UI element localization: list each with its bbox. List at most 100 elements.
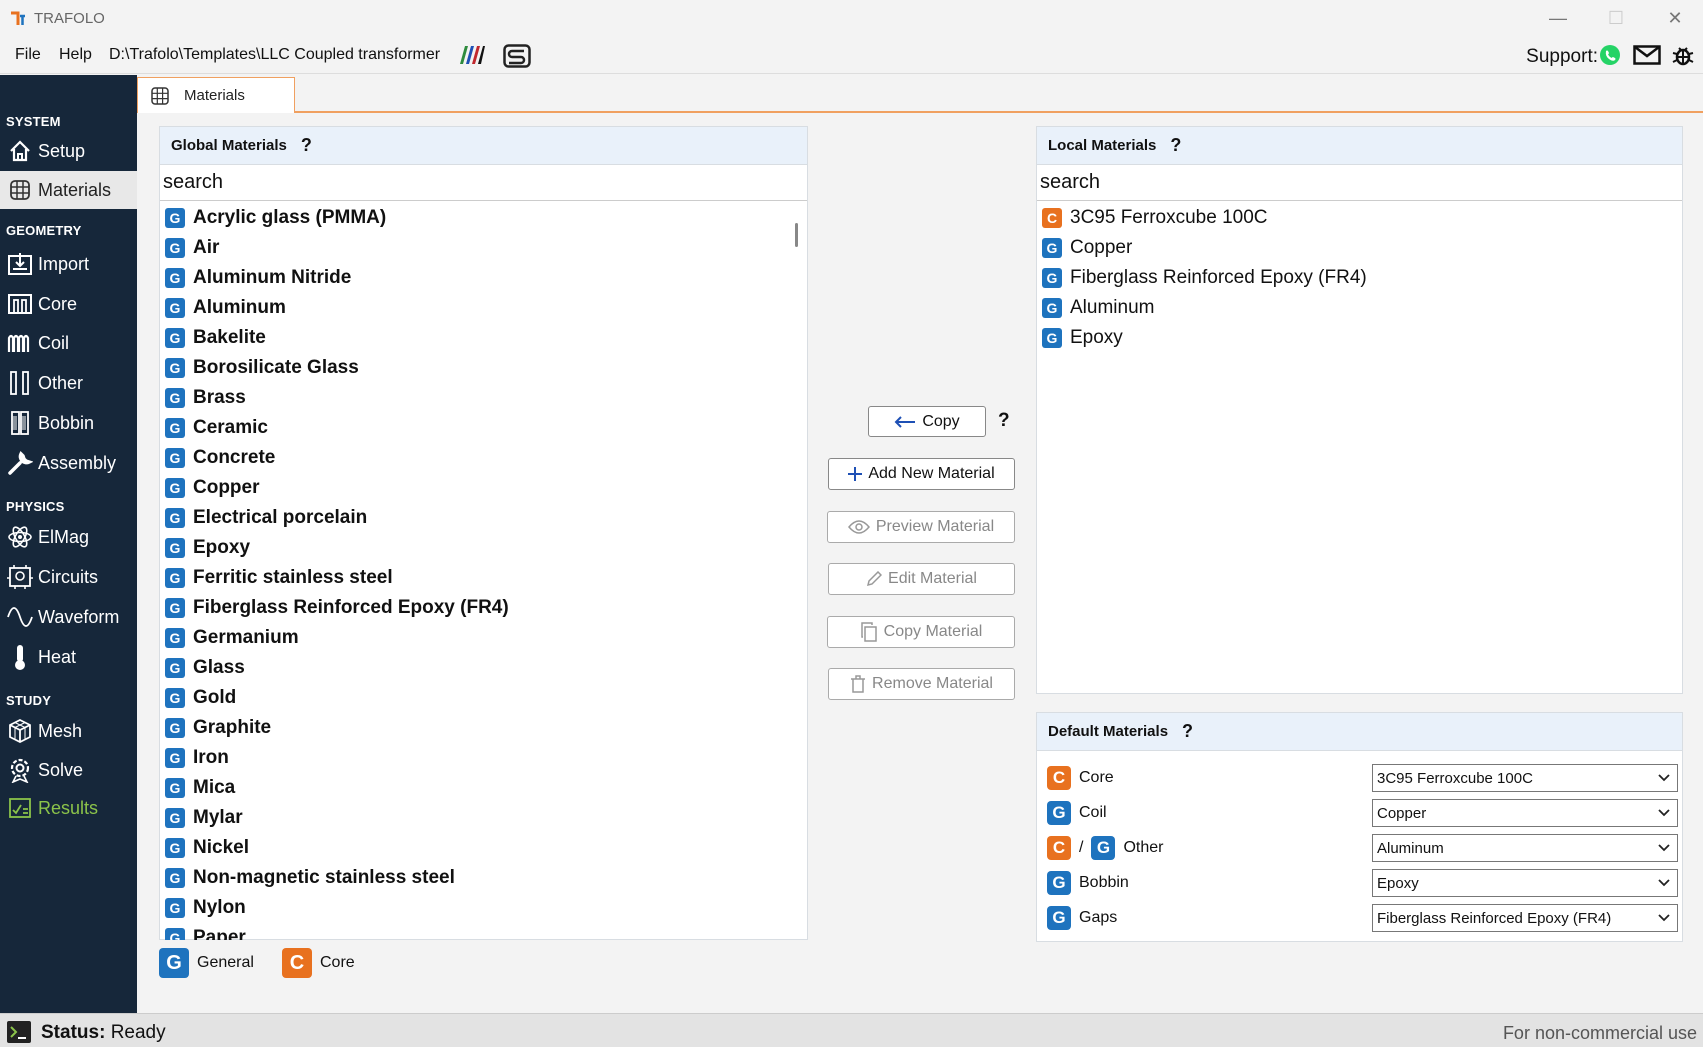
copy-material-button[interactable]: Copy Material xyxy=(827,616,1015,648)
sidebar-item-other[interactable]: Other xyxy=(0,364,137,402)
remove-material-button[interactable]: Remove Material xyxy=(828,668,1015,700)
menu-bar: File Help D:\Trafolo\Templates\LLC Coupl… xyxy=(0,36,1703,74)
list-item[interactable]: G Fiberglass Reinforced Epoxy (FR4) xyxy=(160,593,790,623)
wrench-icon xyxy=(6,449,34,477)
sidebar-item-heat[interactable]: Heat xyxy=(0,638,137,676)
edit-material-button[interactable]: Edit Material xyxy=(828,563,1015,595)
sidebar-item-setup[interactable]: Setup xyxy=(0,132,137,170)
default-other-select[interactable]: Aluminum xyxy=(1372,834,1678,862)
close-button[interactable]: ✕ xyxy=(1655,6,1695,30)
list-item[interactable]: G Nylon xyxy=(160,893,790,923)
list-item[interactable]: G Copper xyxy=(1037,233,1677,263)
default-row-label: Bobbin xyxy=(1079,874,1129,891)
section-system: SYSTEM xyxy=(6,114,61,129)
list-item[interactable]: G Bakelite xyxy=(160,323,790,353)
add-label: Add New Material xyxy=(868,465,995,482)
sidebar-item-materials[interactable]: Materials xyxy=(0,171,137,209)
copy-icon xyxy=(860,622,878,642)
general-badge-icon: G xyxy=(1047,871,1071,895)
sidebar-item-circuits[interactable]: Circuits xyxy=(0,558,137,596)
list-item[interactable]: G Borosilicate Glass xyxy=(160,353,790,383)
sidebar-item-solve[interactable]: Solve xyxy=(0,751,137,789)
local-materials-list[interactable]: C 3C95 Ferroxcube 100C G Copper G Fiberglass … xyxy=(1037,203,1677,683)
list-item[interactable]: G Aluminum xyxy=(1037,293,1677,323)
minimize-button[interactable]: — xyxy=(1538,6,1578,30)
sidebar-item-mesh[interactable]: Mesh xyxy=(0,712,137,750)
sidebar-item-waveform[interactable]: Waveform xyxy=(0,598,137,636)
list-item[interactable]: G Acrylic glass (PMMA) xyxy=(160,203,790,233)
select-value: Copper xyxy=(1377,804,1427,822)
global-list-scrollbar[interactable] xyxy=(795,223,798,247)
mesh-cube-icon xyxy=(6,717,34,745)
sidebar-item-coil[interactable]: Coil xyxy=(0,324,137,362)
maximize-button[interactable]: ☐ xyxy=(1596,6,1636,30)
preview-label: Preview Material xyxy=(875,518,995,535)
list-item[interactable]: G Nickel xyxy=(160,833,790,863)
bug-report-icon[interactable] xyxy=(1671,43,1695,67)
list-item[interactable]: G Air xyxy=(160,233,790,263)
add-new-material-button[interactable]: Add New Material xyxy=(828,458,1015,490)
sidebar-item-elmag[interactable]: ElMag xyxy=(0,518,137,556)
atom-icon xyxy=(6,523,34,551)
script-icon[interactable] xyxy=(503,44,531,68)
list-item[interactable]: G Germanium xyxy=(160,623,790,653)
sidebar-item-assembly[interactable]: Assembly xyxy=(0,444,137,482)
list-item[interactable]: G Mica xyxy=(160,773,790,803)
color-bars-icon[interactable] xyxy=(456,44,486,66)
email-icon[interactable] xyxy=(1633,45,1661,65)
list-item[interactable]: G Copper xyxy=(160,473,790,503)
list-item[interactable]: G Ceramic xyxy=(160,413,790,443)
list-item[interactable]: G Epoxy xyxy=(160,533,790,563)
list-item[interactable]: G Iron xyxy=(160,743,790,773)
whatsapp-icon[interactable] xyxy=(1599,44,1621,66)
list-item[interactable]: G Graphite xyxy=(160,713,790,743)
list-item[interactable]: C 3C95 Ferroxcube 100C xyxy=(1037,203,1677,233)
preview-material-button[interactable]: Preview Material xyxy=(827,511,1015,543)
sidebar-label: Core xyxy=(38,293,78,314)
sidebar-label: Mesh xyxy=(38,720,83,741)
list-item[interactable]: G Ferritic stainless steel xyxy=(160,563,790,593)
material-name: Glass xyxy=(193,657,245,678)
default-core-select[interactable]: 3C95 Ferroxcube 100C xyxy=(1372,764,1678,792)
global-help-icon[interactable]: ? xyxy=(301,135,312,156)
tab-materials[interactable]: Materials xyxy=(137,77,295,113)
title-bar: TRAFOLO — ☐ ✕ xyxy=(0,0,1703,36)
sidebar-item-core[interactable]: Core xyxy=(0,285,137,323)
local-help-icon[interactable]: ? xyxy=(1170,135,1181,156)
list-item[interactable]: G Brass xyxy=(160,383,790,413)
general-badge-icon: G xyxy=(165,598,185,618)
list-item[interactable]: G Glass xyxy=(160,653,790,683)
remove-label: Remove Material xyxy=(872,675,993,692)
list-item[interactable]: G Epoxy xyxy=(1037,323,1677,353)
material-name: Copper xyxy=(1070,237,1133,258)
local-search-input[interactable]: search xyxy=(1037,165,1682,201)
list-item[interactable]: G Electrical porcelain xyxy=(160,503,790,533)
default-gaps-select[interactable]: Fiberglass Reinforced Epoxy (FR4) xyxy=(1372,904,1678,932)
sidebar-label: Bobbin xyxy=(38,412,95,433)
sidebar-item-import[interactable]: Import xyxy=(0,245,137,283)
menu-help[interactable]: Help xyxy=(59,46,92,64)
sidebar-item-results[interactable]: Results xyxy=(0,789,137,827)
list-item[interactable]: G Fiberglass Reinforced Epoxy (FR4) xyxy=(1037,263,1677,293)
general-badge-icon: G xyxy=(159,948,189,978)
list-item[interactable]: G Mylar xyxy=(160,803,790,833)
list-item[interactable]: G Paper xyxy=(160,923,790,940)
sidebar-label: Results xyxy=(38,797,99,818)
list-item[interactable]: G Aluminum xyxy=(160,293,790,323)
default-bobbin-select[interactable]: Epoxy xyxy=(1372,869,1678,897)
copy-to-local-button[interactable]: Copy xyxy=(868,406,986,437)
terminal-icon[interactable] xyxy=(6,1020,32,1044)
default-coil-select[interactable]: Copper xyxy=(1372,799,1678,827)
copy-help-icon[interactable]: ? xyxy=(998,410,1010,432)
material-name: Epoxy xyxy=(193,537,251,558)
defaults-help-icon[interactable]: ? xyxy=(1182,721,1193,742)
global-search-input[interactable]: search xyxy=(160,165,807,201)
list-item[interactable]: G Gold xyxy=(160,683,790,713)
menu-file[interactable]: File xyxy=(15,46,41,64)
list-item[interactable]: G Concrete xyxy=(160,443,790,473)
general-badge-icon: G xyxy=(1042,268,1062,288)
list-item[interactable]: G Non-magnetic stainless steel xyxy=(160,863,790,893)
sidebar-item-bobbin[interactable]: Bobbin xyxy=(0,404,137,442)
list-item[interactable]: G Aluminum Nitride xyxy=(160,263,790,293)
global-materials-list[interactable]: G Acrylic glass (PMMA) G Air G Aluminum Nitri… xyxy=(160,203,790,940)
